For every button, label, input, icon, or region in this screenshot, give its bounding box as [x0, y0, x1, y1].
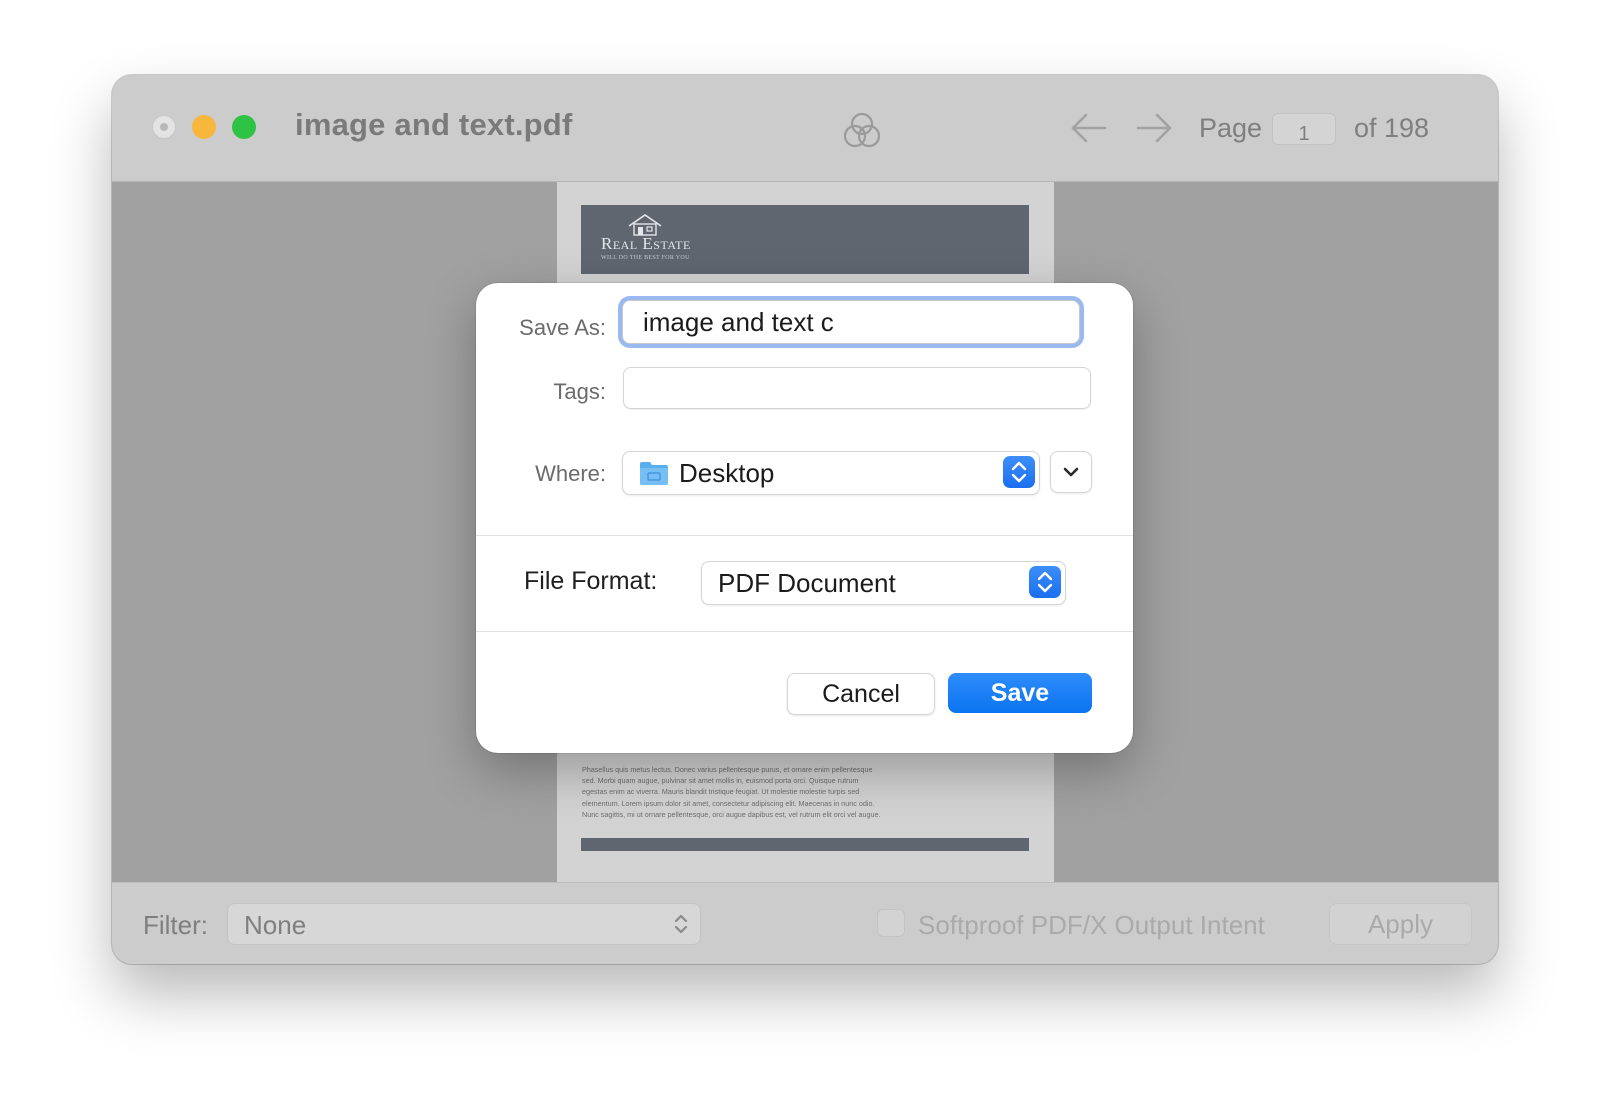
expand-dialog-button[interactable] — [1050, 451, 1092, 493]
filter-value: None — [244, 910, 307, 940]
logo-tagline: WILL DO THE BEST FOR YOU — [601, 255, 690, 261]
arrow-right-icon[interactable] — [1134, 111, 1174, 145]
house-logo-icon — [628, 214, 662, 236]
color-sync-icon[interactable] — [838, 107, 886, 155]
folder-icon — [640, 462, 668, 485]
file-format-select[interactable]: PDF Document — [701, 561, 1066, 605]
logo-text: Real Estate — [601, 234, 691, 253]
pdf-body-text: Phasellus quis metus lectus. Donec variu… — [582, 765, 881, 819]
save-button[interactable]: Save — [948, 673, 1092, 713]
minimize-window-button[interactable] — [192, 115, 216, 139]
chevron-down-icon — [1063, 467, 1079, 477]
save-as-label: Save As: — [519, 315, 606, 340]
save-dialog: Save As: Tags: Where: Desktop File Forma… — [476, 283, 1133, 753]
softproof-checkbox[interactable] — [877, 909, 905, 937]
pdf-header-banner: Real Estate WILL DO THE BEST FOR YOU — [581, 205, 1029, 274]
zoom-window-button[interactable] — [232, 115, 256, 139]
page-label: Page — [1199, 113, 1263, 143]
title-bar: image and text.pdf Page 1 of 198 — [112, 75, 1498, 182]
arrow-left-icon[interactable] — [1069, 111, 1109, 145]
document-title: image and text.pdf — [295, 107, 573, 142]
page-count: of 198 — [1354, 113, 1430, 143]
save-as-field[interactable] — [622, 300, 1080, 344]
file-format-label: File Format: — [524, 567, 658, 595]
pdf-footer-bar — [581, 838, 1029, 851]
tags-field[interactable] — [623, 367, 1091, 409]
where-stepper — [1003, 456, 1035, 488]
cancel-button[interactable]: Cancel — [787, 673, 935, 715]
divider — [476, 631, 1133, 632]
filter-toolbar: Filter: None Softproof PDF/X Output Inte… — [112, 882, 1498, 964]
tags-label: Tags: — [553, 379, 606, 404]
up-down-chevrons-icon — [1011, 461, 1027, 483]
apply-button[interactable]: Apply — [1329, 903, 1472, 945]
where-label: Where: — [535, 461, 606, 486]
filter-label: Filter: — [143, 910, 208, 940]
where-value: Desktop — [679, 458, 775, 488]
close-window-button[interactable] — [152, 115, 176, 139]
softproof-label: Softproof PDF/X Output Intent — [918, 910, 1265, 940]
where-select[interactable]: Desktop — [622, 451, 1040, 495]
up-down-chevrons-icon — [674, 914, 688, 934]
filter-select[interactable]: None — [227, 903, 701, 945]
up-down-chevrons-icon — [1037, 571, 1053, 593]
page-number-field[interactable]: 1 — [1272, 113, 1336, 145]
file-format-stepper — [1029, 566, 1061, 598]
file-format-value: PDF Document — [718, 568, 896, 598]
divider — [476, 535, 1133, 536]
